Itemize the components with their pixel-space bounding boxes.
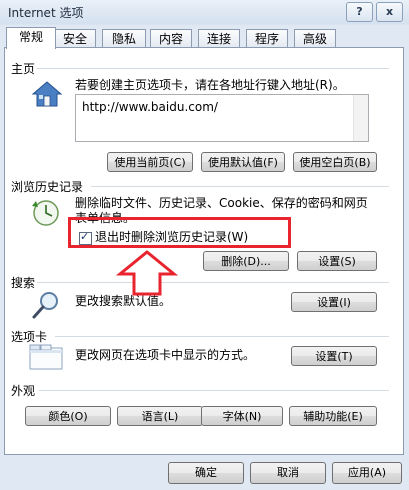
languages-button[interactable]: 语言(L) xyxy=(117,406,203,426)
scrollbar[interactable] xyxy=(353,95,368,141)
divider xyxy=(55,336,389,337)
divider xyxy=(91,186,389,187)
magnifier-icon xyxy=(32,292,58,319)
tabs-settings-button[interactable]: 设置(T) xyxy=(291,346,377,366)
tab-privacy[interactable]: 隐私 xyxy=(102,29,146,48)
home-url-textarea[interactable] xyxy=(75,94,369,142)
accessibility-button[interactable]: 辅助功能(E) xyxy=(289,406,377,426)
cancel-button[interactable]: 取消 xyxy=(250,462,326,484)
home-group-label: 主页 xyxy=(11,62,36,76)
search-group-label: 搜索 xyxy=(11,276,36,290)
title-bar: Internet 选项 ? x xyxy=(0,0,409,24)
ok-button[interactable]: 确定 xyxy=(168,462,244,484)
tab-security[interactable]: 安全 xyxy=(54,29,96,48)
fonts-button[interactable]: 字体(N) xyxy=(201,406,283,426)
tabbed-window-icon xyxy=(29,344,63,370)
highlight-box xyxy=(68,217,291,248)
delete-history-button[interactable]: 删除(D)... xyxy=(203,251,289,271)
history-group-label: 浏览历史记录 xyxy=(11,180,84,194)
window-title: Internet 选项 xyxy=(8,6,84,20)
history-settings-button[interactable]: 设置(S) xyxy=(297,251,377,271)
use-blank-button[interactable]: 使用空白页(B) xyxy=(293,152,377,172)
colors-button[interactable]: 颜色(O) xyxy=(25,406,111,426)
use-default-button[interactable]: 使用默认值(F) xyxy=(201,152,285,172)
tabs-description: 更改网页在选项卡中显示的方式。 xyxy=(75,348,256,362)
house-icon xyxy=(31,81,63,107)
use-current-button[interactable]: 使用当前页(C) xyxy=(107,152,193,172)
tab-advanced[interactable]: 高级 xyxy=(294,29,336,48)
tabs-group-label: 选项卡 xyxy=(11,330,48,344)
tab-content[interactable]: 内容 xyxy=(150,29,192,48)
close-button[interactable]: x xyxy=(376,2,403,22)
close-icon: x xyxy=(385,5,394,18)
appearance-group-label: 外观 xyxy=(11,384,36,398)
tab-general[interactable]: 常规 xyxy=(6,27,56,49)
history-clock-icon xyxy=(32,200,59,226)
up-arrow-annotation-icon xyxy=(116,250,178,296)
help-button[interactable]: ? xyxy=(346,2,373,22)
home-url-field[interactable] xyxy=(80,99,344,115)
divider xyxy=(39,390,389,391)
search-description: 更改搜索默认值。 xyxy=(75,294,172,308)
home-instruction: 若要创建主页选项卡，请在各地址行键入地址(R)。 xyxy=(75,78,345,92)
search-settings-button[interactable]: 设置(I) xyxy=(291,292,377,312)
tab-strip: 常规 安全 隐私 内容 连接 程序 高级 xyxy=(4,27,404,49)
internet-options-window: Internet 选项 ? x 常规 安全 隐私 内容 连接 程序 高级 主页 … xyxy=(0,0,409,490)
tab-connections[interactable]: 连接 xyxy=(198,29,240,48)
divider xyxy=(37,282,389,283)
apply-button[interactable]: 应用(A) xyxy=(332,462,402,484)
general-tab-panel: 主页 若要创建主页选项卡，请在各地址行键入地址(R)。 使用当前页(C) 使用默… xyxy=(4,47,404,455)
tab-programs[interactable]: 程序 xyxy=(246,29,288,48)
divider xyxy=(37,68,389,69)
help-icon: ? xyxy=(356,5,363,18)
